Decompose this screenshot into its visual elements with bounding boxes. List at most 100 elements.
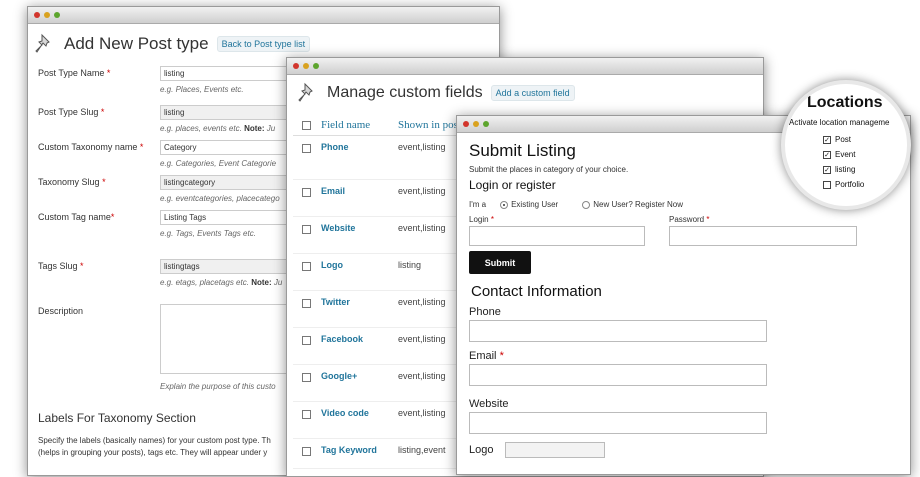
col-shown-in[interactable]: Shown in pos	[398, 119, 458, 131]
labels-section-title: Labels For Taxonomy Section	[38, 411, 196, 425]
login-input[interactable]	[469, 226, 645, 246]
window-titlebar[interactable]	[28, 7, 499, 24]
location-item-event[interactable]: ✓ Event	[823, 150, 855, 159]
shown-in-cell: event,listing	[398, 334, 446, 344]
email-input[interactable]	[469, 364, 767, 386]
maximize-dot-icon[interactable]	[483, 121, 489, 127]
post-type-name-label: Post Type Name *	[38, 68, 111, 78]
checked-checkbox-icon[interactable]: ✓	[823, 135, 831, 144]
field-name-link[interactable]: Website	[321, 223, 398, 233]
field-name-link[interactable]: Email	[321, 186, 398, 196]
existing-user-radio[interactable]: Existing User	[500, 200, 558, 209]
col-field-name[interactable]: Field name	[321, 119, 398, 131]
phone-input[interactable]	[469, 320, 767, 342]
taxonomy-name-label: Custom Taxonomy name *	[38, 142, 144, 152]
shown-in-cell: listing,event	[398, 445, 446, 455]
maximize-dot-icon[interactable]	[54, 12, 60, 18]
tags-slug-label: Tags Slug *	[38, 261, 84, 271]
table-row: Video code event,listing	[293, 402, 463, 439]
labels-section-text-1: Specify the labels (basically names) for…	[38, 436, 271, 445]
unchecked-checkbox-icon[interactable]	[823, 180, 831, 189]
contact-heading: Contact Information	[471, 283, 602, 300]
pushpin-icon	[34, 33, 56, 55]
field-name-link[interactable]: Google+	[321, 371, 398, 381]
minimize-dot-icon[interactable]	[303, 63, 309, 69]
row-checkbox[interactable]	[302, 144, 311, 153]
table-header: Field name Shown in pos	[293, 114, 463, 136]
maximize-dot-icon[interactable]	[313, 63, 319, 69]
description-label: Description	[38, 306, 84, 316]
back-to-list-button[interactable]: Back to Post type list	[216, 36, 311, 52]
checked-checkbox-icon[interactable]: ✓	[823, 165, 831, 174]
row-checkbox[interactable]	[302, 262, 311, 271]
password-label: Password *	[669, 215, 710, 224]
locations-magnifier: Locations Activate location manageme ✓ Po…	[781, 80, 911, 210]
shown-in-cell: event,listing	[398, 223, 446, 233]
login-row: Login * Password *	[469, 215, 898, 246]
logo-label: Logo	[469, 444, 494, 456]
password-input[interactable]	[669, 226, 857, 246]
new-user-radio[interactable]: New User? Register Now	[582, 200, 683, 209]
labels-section-text-2: (helps in grouping your posts), tags etc…	[38, 448, 268, 457]
close-dot-icon[interactable]	[463, 121, 469, 127]
post-type-name-hint: e.g. Places, Events etc.	[160, 85, 244, 94]
location-item-portfolio[interactable]: Portfolio	[823, 180, 864, 189]
post-type-slug-label: Post Type Slug *	[38, 107, 105, 117]
field-name-link[interactable]: Tag Keyword	[321, 445, 398, 455]
post-type-slug-hint: e.g. places, events etc. Note: Ju	[160, 124, 276, 133]
shown-in-cell: listing	[398, 260, 422, 270]
row-checkbox[interactable]	[302, 188, 311, 197]
checked-checkbox-icon[interactable]: ✓	[823, 150, 831, 159]
locations-title: Locations	[807, 94, 883, 111]
taxonomy-slug-label: Taxonomy Slug *	[38, 177, 106, 187]
logo-row: Logo	[469, 442, 898, 458]
minimize-dot-icon[interactable]	[44, 12, 50, 18]
im-a-label: I'm a	[469, 200, 487, 209]
field-name-link[interactable]: Twitter	[321, 297, 398, 307]
shown-in-cell: event,listing	[398, 408, 446, 418]
submit-button[interactable]: Submit	[469, 251, 531, 274]
row-checkbox[interactable]	[302, 447, 311, 456]
row-checkbox[interactable]	[302, 299, 311, 308]
field-name-link[interactable]: Video code	[321, 408, 398, 418]
pushpin-icon	[297, 82, 319, 104]
taxonomy-name-hint: e.g. Categories, Event Categorie	[160, 159, 277, 168]
shown-in-cell: event,listing	[398, 186, 446, 196]
field-name-link[interactable]: Facebook	[321, 334, 398, 344]
shown-in-cell: event,listing	[398, 142, 446, 152]
row-checkbox[interactable]	[302, 373, 311, 382]
tags-slug-hint: e.g. etags, placetags etc. Note: Ju	[160, 278, 283, 287]
window-titlebar[interactable]	[287, 58, 763, 75]
login-label: Login *	[469, 215, 494, 224]
radio-icon	[500, 200, 509, 209]
table-row: Tag Keyword listing,event	[293, 439, 463, 469]
description-hint: Explain the purpose of this custo	[160, 382, 276, 391]
website-input[interactable]	[469, 412, 767, 434]
tag-name-label: Custom Tag name*	[38, 212, 115, 222]
shown-in-cell: event,listing	[398, 371, 446, 381]
table-row: Email event,listing	[293, 180, 463, 217]
row-checkbox[interactable]	[302, 336, 311, 345]
location-item-post[interactable]: ✓ Post	[823, 135, 851, 144]
radio-icon	[582, 200, 591, 209]
logo-upload[interactable]	[505, 442, 606, 458]
field-name-link[interactable]: Phone	[321, 142, 398, 152]
select-all-checkbox[interactable]	[302, 121, 311, 130]
row-checkbox[interactable]	[302, 410, 311, 419]
table-row: Website event,listing	[293, 217, 463, 254]
page-title: Manage custom fields	[327, 84, 483, 101]
location-item-listing[interactable]: ✓ listing	[823, 165, 855, 174]
add-custom-field-button[interactable]: Add a custom field	[490, 85, 575, 101]
close-dot-icon[interactable]	[34, 12, 40, 18]
email-label: Email *	[469, 350, 504, 362]
row-checkbox[interactable]	[302, 225, 311, 234]
tag-name-hint: e.g. Tags, Events Tags etc.	[160, 229, 256, 238]
table-row: Logo listing	[293, 254, 463, 291]
table-row: Twitter event,listing	[293, 291, 463, 328]
close-dot-icon[interactable]	[293, 63, 299, 69]
field-name-link[interactable]: Logo	[321, 260, 398, 270]
minimize-dot-icon[interactable]	[473, 121, 479, 127]
phone-label: Phone	[469, 306, 501, 318]
table-row: Phone event,listing	[293, 136, 463, 180]
locations-subtitle: Activate location manageme	[789, 118, 890, 127]
